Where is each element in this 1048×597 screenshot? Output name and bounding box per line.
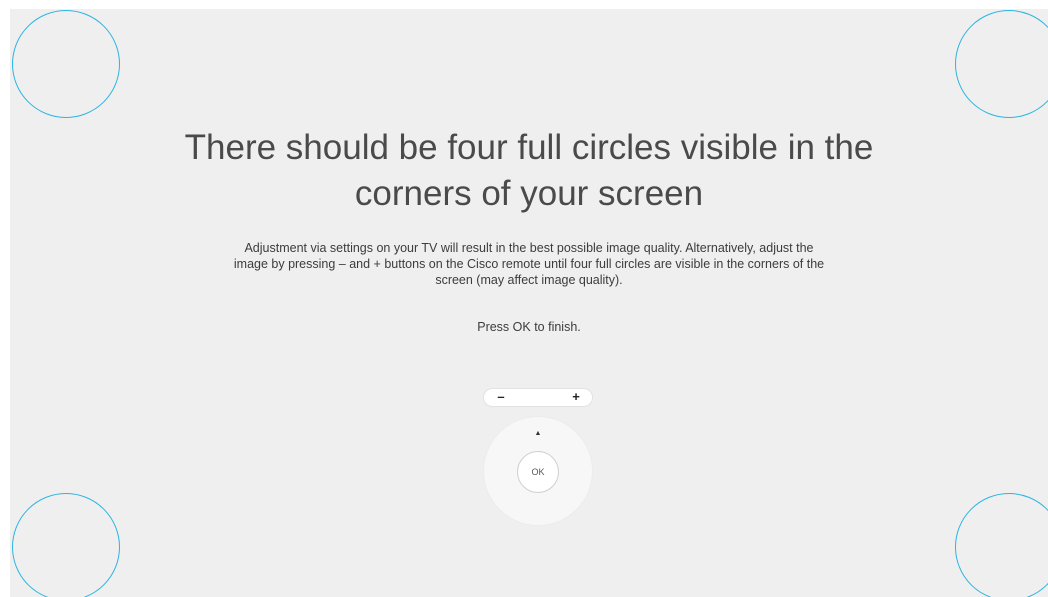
page-title: There should be four full circles visibl… [10,125,1048,217]
minus-button[interactable]: – [491,389,511,406]
top-right-corner-circle [955,10,1048,118]
bottom-right-corner-circle [955,493,1048,597]
top-left-corner-circle [12,10,120,118]
description-line-3: screen (may affect image quality). [435,273,623,287]
description-line-1: Adjustment via settings on your TV will … [244,241,814,255]
bottom-left-corner-circle [12,493,120,597]
description-text: Adjustment via settings on your TV will … [10,240,1048,288]
title-line-2: corners of your screen [354,174,704,213]
remote-dpad: ▲ OK [483,416,593,526]
up-arrow-icon[interactable]: ▲ [533,430,543,438]
plus-button[interactable]: + [566,389,586,406]
remote-volume-control: – + [483,388,593,407]
title-line-1: There should be four full circles visibl… [184,128,874,167]
ok-button[interactable]: OK [517,451,559,493]
description-line-2: image by pressing – and + buttons on the… [233,257,825,271]
finish-instruction: Press OK to finish. [477,320,581,334]
calibration-screen: There should be four full circles visibl… [10,9,1048,597]
